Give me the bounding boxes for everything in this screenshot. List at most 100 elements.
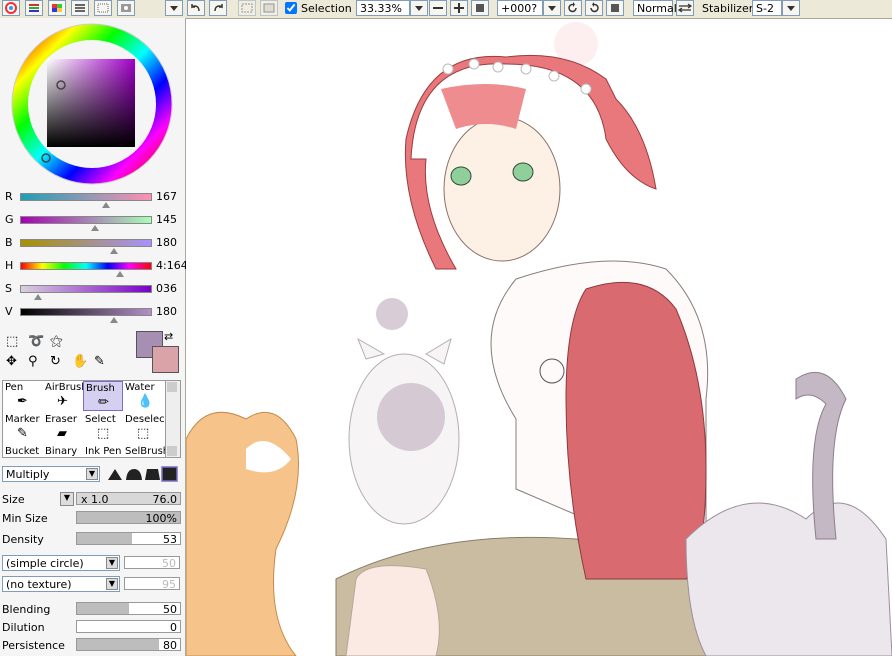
invert-selection-icon[interactable]: [260, 0, 278, 16]
rotate-icon[interactable]: ↻: [50, 354, 61, 369]
color-slider-v[interactable]: [20, 308, 152, 316]
texture-strength: 95: [124, 577, 180, 591]
persistence-slider[interactable]: 80: [76, 638, 181, 652]
brush-edge-shapes[interactable]: [106, 466, 178, 482]
top-toolbar: Selection 33.33% +000? Normal Stabilizer…: [0, 0, 892, 19]
size-dropdown-icon[interactable]: ▼: [60, 492, 74, 506]
tool-binary[interactable]: Binary◈: [43, 445, 83, 457]
color-slider-g[interactable]: [20, 216, 152, 224]
brush-shape-select[interactable]: (simple circle) ▼: [2, 555, 120, 571]
redo-icon[interactable]: [209, 0, 227, 16]
tool-select[interactable]: Select ⬚: [83, 413, 123, 443]
selection-checkbox[interactable]: [285, 2, 297, 14]
color-wheel[interactable]: [10, 22, 174, 186]
slider-value-r: 167: [156, 190, 177, 203]
size-slider[interactable]: x 1.0 76.0: [76, 492, 181, 506]
blend-mode-field[interactable]: Normal: [633, 0, 677, 16]
size-multiplier: x 1.0: [81, 493, 109, 506]
chevron-down-icon: ▼: [106, 578, 118, 590]
scratchpad-tab-icon[interactable]: [94, 0, 112, 16]
dilution-label: Dilution: [2, 621, 45, 634]
tool-ink-pen[interactable]: Ink Pen✑: [83, 445, 123, 457]
tool-water[interactable]: Water 💧: [123, 381, 163, 411]
tool-label: Water: [125, 382, 155, 393]
tool-label: SelBrush: [125, 446, 166, 457]
rect-select-icon[interactable]: ⬚: [6, 334, 18, 349]
water-icon: 💧: [137, 394, 154, 409]
swatches-tab-icon[interactable]: [71, 0, 89, 16]
color-sliders-tab-icon[interactable]: [25, 0, 43, 16]
tool-deselect[interactable]: Deselect ⬚: [123, 413, 165, 443]
size-value: 76.0: [152, 493, 178, 506]
stabilizer-field[interactable]: S-2: [752, 0, 782, 16]
tool-label: Pen: [5, 382, 24, 393]
rotate-left-icon[interactable]: [564, 0, 582, 16]
color-slider-s[interactable]: [20, 285, 152, 293]
slider-value-v: 180: [156, 305, 177, 318]
dilution-slider[interactable]: 0: [76, 620, 181, 634]
magic-wand-icon[interactable]: ⚝: [50, 334, 63, 349]
zoom-in-icon[interactable]: [450, 0, 468, 16]
rotation-reset-icon[interactable]: [606, 0, 624, 16]
tool-bucket[interactable]: Bucket🪣: [3, 445, 43, 457]
swap-colors-icon[interactable]: ⇄: [164, 330, 173, 343]
color-slider-h[interactable]: [20, 262, 152, 270]
tool-airbrush[interactable]: AirBrush ✈: [43, 381, 88, 411]
brush-texture-select[interactable]: (no texture) ▼: [2, 576, 120, 592]
zoom-dropdown-icon[interactable]: [410, 0, 428, 16]
tool-brush[interactable]: Brush ✏: [83, 381, 123, 411]
zoom-reset-icon[interactable]: [471, 0, 489, 16]
pen-icon: ✒: [17, 394, 28, 409]
deselect-icon: ⬚: [137, 426, 150, 441]
shape-strength: 50: [124, 556, 180, 570]
density-slider[interactable]: 53: [76, 532, 181, 546]
slider-thumb-g[interactable]: [91, 225, 100, 231]
navigator-tab-icon[interactable]: [117, 0, 135, 16]
rotation-field[interactable]: +000?: [497, 0, 543, 16]
color-wheel-tab-icon[interactable]: [2, 0, 20, 16]
color-slider-r[interactable]: [20, 193, 152, 201]
slider-thumb-v[interactable]: [109, 317, 118, 323]
move-icon[interactable]: ✥: [6, 354, 17, 369]
eyedropper-icon[interactable]: ✎: [94, 354, 105, 369]
texture-strength-value: 95: [162, 578, 176, 591]
quick-tools: ⬚ ➰ ⚝ ✥ ⚲ ↻ ✋ ✎: [6, 332, 126, 372]
tool-marker[interactable]: Marker ✎: [3, 413, 43, 443]
deselect-toolbar-icon[interactable]: [238, 0, 256, 16]
slider-value-h: 4:164: [156, 259, 188, 272]
stabilizer-dropdown-icon[interactable]: [782, 0, 800, 16]
hand-icon[interactable]: ✋: [72, 354, 88, 369]
slider-thumb-h[interactable]: [116, 271, 125, 277]
hsv-tab-icon[interactable]: [48, 0, 66, 16]
flip-horizontal-icon[interactable]: [676, 0, 694, 16]
brush-mode-select[interactable]: Multiply ▼: [2, 466, 100, 482]
slider-label-g: G: [5, 213, 14, 226]
tool-label: Binary: [45, 446, 78, 457]
marker-icon: ✎: [17, 426, 28, 441]
min-size-slider[interactable]: 100%: [76, 511, 181, 525]
zoom-out-icon[interactable]: [429, 0, 447, 16]
tool-eraser[interactable]: Eraser ▰: [43, 413, 83, 443]
color-slider-b[interactable]: [20, 239, 152, 247]
panel-menu-icon[interactable]: [165, 0, 183, 16]
rotation-dropdown-icon[interactable]: [543, 0, 561, 16]
lasso-icon[interactable]: ➰: [28, 334, 44, 349]
tool-pen[interactable]: Pen ✒: [3, 381, 43, 411]
zoom-field[interactable]: 33.33%: [356, 0, 410, 16]
drawing-canvas[interactable]: [186, 19, 892, 656]
persistence-label: Persistence: [2, 639, 65, 652]
left-panel: R 167 G 145 B 180 H 4:164 S 036 V 180 ⬚ ➰ ⚝ ✥ ⚲ ↻ ✋…: [0, 18, 188, 656]
undo-icon[interactable]: [187, 0, 205, 16]
secondary-color-swatch[interactable]: [152, 346, 179, 373]
slider-label-h: H: [5, 259, 14, 272]
rotate-right-icon[interactable]: [585, 0, 603, 16]
slider-thumb-b[interactable]: [109, 248, 118, 254]
stabilizer-label: Stabilizer: [702, 2, 754, 15]
tool-selbrush[interactable]: SelBrush✐: [123, 445, 166, 457]
blending-slider[interactable]: 50: [76, 602, 181, 616]
zoom-icon[interactable]: ⚲: [28, 354, 38, 369]
blending-value: 50: [163, 603, 177, 616]
slider-thumb-s[interactable]: [34, 294, 43, 300]
tool-grid-scrollbar[interactable]: [165, 380, 181, 458]
slider-thumb-r[interactable]: [101, 202, 110, 208]
